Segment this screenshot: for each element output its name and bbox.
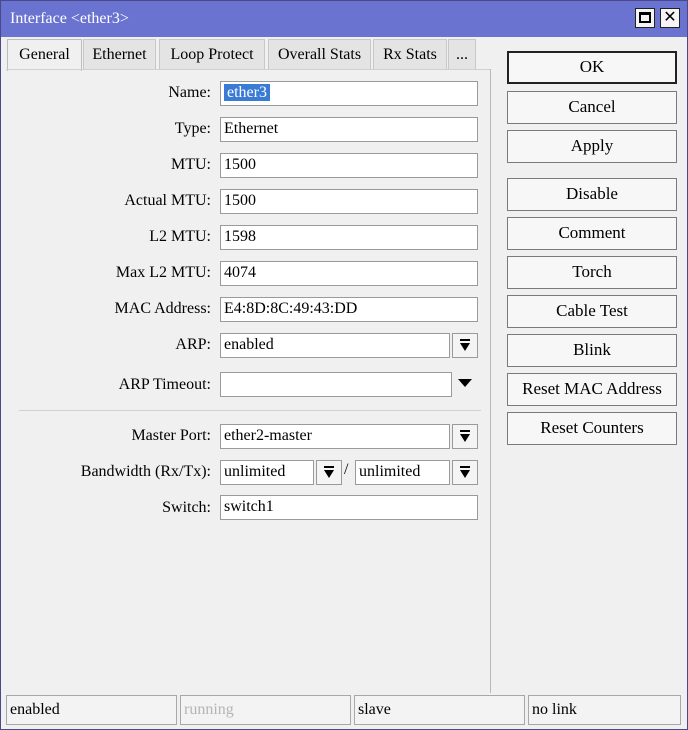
tab-label: Overall Stats: [277, 46, 362, 63]
tab-ethernet[interactable]: Ethernet: [83, 39, 156, 69]
mac-address-label: MAC Address:: [114, 300, 211, 317]
bandwidth-label: Bandwidth (Rx/Tx):: [80, 463, 211, 480]
master-port-select[interactable]: ether2-master: [220, 424, 450, 449]
blink-button[interactable]: Blink: [507, 334, 677, 367]
tab-panel-border: [6, 69, 490, 70]
tab-label: General: [19, 46, 70, 63]
type-field: Ethernet: [220, 117, 478, 142]
switch-field: switch1: [220, 495, 478, 520]
chevron-down-icon: [460, 434, 470, 442]
cable-test-button[interactable]: Cable Test: [507, 295, 677, 328]
status-link: no link: [528, 695, 681, 725]
status-slave: slave: [354, 695, 525, 725]
max-l2-mtu-label: Max L2 MTU:: [115, 264, 211, 281]
max-l2-mtu-field: 4074: [220, 261, 478, 286]
chevron-down-icon: [324, 470, 334, 478]
panel-divider: [490, 69, 491, 693]
tab-loop-protect[interactable]: Loop Protect: [159, 39, 265, 69]
master-port-label: Master Port:: [131, 427, 211, 444]
dropdown-bar: [324, 466, 334, 468]
close-icon: ✕: [663, 7, 677, 26]
interface-window: Interface <ether3> ✕ General Ethernet Lo…: [0, 0, 688, 730]
bandwidth-rx-select[interactable]: unlimited: [220, 460, 314, 485]
reset-counters-button[interactable]: Reset Counters: [507, 412, 677, 445]
section-separator: [19, 410, 481, 411]
actual-mtu-field: 1500: [220, 189, 478, 214]
window-title: Interface <ether3>: [10, 10, 129, 27]
torch-button[interactable]: Torch: [507, 256, 677, 289]
tab-rx-stats[interactable]: Rx Stats: [373, 39, 447, 69]
status-running: running: [180, 695, 351, 725]
disable-button[interactable]: Disable: [507, 178, 677, 211]
switch-label: Switch:: [162, 499, 211, 516]
arp-select[interactable]: enabled: [220, 333, 450, 358]
cancel-button[interactable]: Cancel: [507, 91, 677, 124]
actual-mtu-label: Actual MTU:: [124, 192, 211, 209]
tab-overall-stats[interactable]: Overall Stats: [268, 39, 371, 69]
tab-label: Rx Stats: [383, 46, 437, 63]
chevron-down-icon: [460, 470, 470, 478]
name-label: Name:: [168, 84, 211, 101]
mtu-field[interactable]: 1500: [220, 153, 478, 178]
dropdown-bar: [460, 339, 470, 341]
l2-mtu-label: L2 MTU:: [149, 228, 211, 245]
tab-label: ...: [456, 46, 468, 63]
arp-dropdown-button[interactable]: [452, 333, 478, 358]
tab-general[interactable]: General: [7, 39, 82, 71]
apply-button[interactable]: Apply: [507, 130, 677, 163]
master-port-dropdown-button[interactable]: [452, 424, 478, 449]
maximize-button[interactable]: [635, 8, 655, 28]
bandwidth-tx-dropdown-button[interactable]: [452, 460, 478, 485]
close-button[interactable]: ✕: [660, 7, 680, 28]
bandwidth-separator: /: [344, 461, 349, 478]
reset-mac-address-button[interactable]: Reset MAC Address: [507, 373, 677, 406]
maximize-icon: [639, 12, 651, 23]
mtu-label: MTU:: [171, 156, 211, 173]
tab-label: Loop Protect: [170, 46, 254, 63]
ok-button[interactable]: OK: [507, 51, 677, 84]
arp-timeout-label: ARP Timeout:: [118, 376, 211, 393]
name-field[interactable]: ether3: [220, 81, 478, 106]
chevron-down-icon: [460, 343, 470, 351]
type-label: Type:: [174, 120, 211, 137]
title-bar[interactable]: Interface <ether3> ✕: [1, 1, 687, 37]
comment-button[interactable]: Comment: [507, 217, 677, 250]
bandwidth-rx-dropdown-button[interactable]: [316, 460, 342, 485]
arp-timeout-field[interactable]: [220, 372, 452, 397]
tab-label: Ethernet: [92, 46, 147, 63]
name-value: ether3: [224, 84, 270, 101]
arp-timeout-expand-icon[interactable]: [458, 379, 472, 387]
tab-more[interactable]: ...: [448, 39, 476, 69]
status-enabled: enabled: [6, 695, 177, 725]
l2-mtu-field[interactable]: 1598: [220, 225, 478, 250]
mac-address-field[interactable]: E4:8D:8C:49:43:DD: [220, 297, 478, 322]
arp-label: ARP:: [175, 336, 211, 353]
dropdown-bar: [460, 466, 470, 468]
dropdown-bar: [460, 430, 470, 432]
bandwidth-tx-select[interactable]: unlimited: [355, 460, 450, 485]
